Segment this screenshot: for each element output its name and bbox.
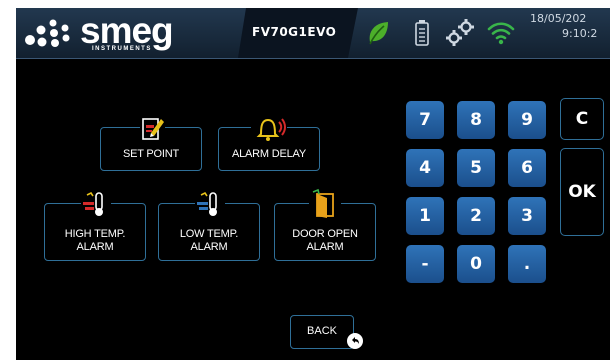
set-point-label: SET POINT <box>122 148 180 160</box>
keypad-key-7[interactable]: 7 <box>406 101 444 139</box>
back-button[interactable]: BACK <box>290 315 354 349</box>
battery-icon[interactable] <box>414 19 430 47</box>
ok-button[interactable]: OK <box>560 148 604 236</box>
door-open-label-line1: DOOR OPEN <box>292 228 358 240</box>
datetime: 18/05/202 9:10:2 <box>530 11 610 41</box>
wifi-icon[interactable] <box>486 18 516 46</box>
low-temp-thermometer-icon <box>195 190 225 218</box>
logo-dots-icon <box>25 19 70 47</box>
high-temp-thermometer-icon <box>81 190 111 218</box>
keypad-key-dot[interactable]: . <box>508 245 546 283</box>
settings-gears-icon[interactable] <box>444 18 476 48</box>
clear-button[interactable]: C <box>560 98 604 140</box>
keypad-key-minus[interactable]: - <box>406 245 444 283</box>
keypad-key-0[interactable]: 0 <box>457 245 495 283</box>
set-point-edit-icon <box>140 115 165 143</box>
low-temp-label-line1: LOW TEMP. <box>179 228 239 240</box>
keypad-key-2[interactable]: 2 <box>457 197 495 235</box>
back-arrow-icon <box>347 333 363 349</box>
alarm-delay-button[interactable]: ALARM DELAY <box>218 114 320 171</box>
screen: smeg INSTRUMENTS FV70G1EVO 18/05/202 9:1… <box>16 8 610 360</box>
keypad-key-1[interactable]: 1 <box>406 197 444 235</box>
high-temp-label-line2: ALARM <box>76 241 114 253</box>
header-bar: smeg INSTRUMENTS FV70G1EVO 18/05/202 9:1… <box>16 8 610 59</box>
back-label: BACK <box>307 325 337 337</box>
keypad-key-8[interactable]: 8 <box>457 101 495 139</box>
keypad-key-5[interactable]: 5 <box>457 149 495 187</box>
low-temp-alarm-button[interactable]: LOW TEMP. ALARM <box>158 190 260 261</box>
bell-icon <box>251 114 287 142</box>
high-temp-alarm-button[interactable]: HIGH TEMP. ALARM <box>44 190 146 261</box>
low-temp-label-line2: ALARM <box>190 241 228 253</box>
model-name: FV70G1EVO <box>252 25 337 39</box>
time-text: 9:10:2 <box>562 27 598 40</box>
keypad-key-4[interactable]: 4 <box>406 149 444 187</box>
set-point-button[interactable]: SET POINT <box>100 115 202 171</box>
alarm-delay-label: ALARM DELAY <box>231 148 306 160</box>
keypad-key-3[interactable]: 3 <box>508 197 546 235</box>
brand-subtitle: INSTRUMENTS <box>92 46 152 52</box>
keypad-key-6[interactable]: 6 <box>508 149 546 187</box>
door-open-alarm-button[interactable]: DOOR OPEN ALARM <box>274 188 376 261</box>
high-temp-label-line1: HIGH TEMP. <box>64 228 126 240</box>
leaf-icon <box>369 22 388 45</box>
door-open-icon <box>309 188 341 220</box>
smeg-logo: smeg INSTRUMENTS <box>24 10 234 54</box>
door-open-label-line2: ALARM <box>306 241 344 253</box>
keypad-key-9[interactable]: 9 <box>508 101 546 139</box>
date-text: 18/05/202 <box>530 12 587 25</box>
